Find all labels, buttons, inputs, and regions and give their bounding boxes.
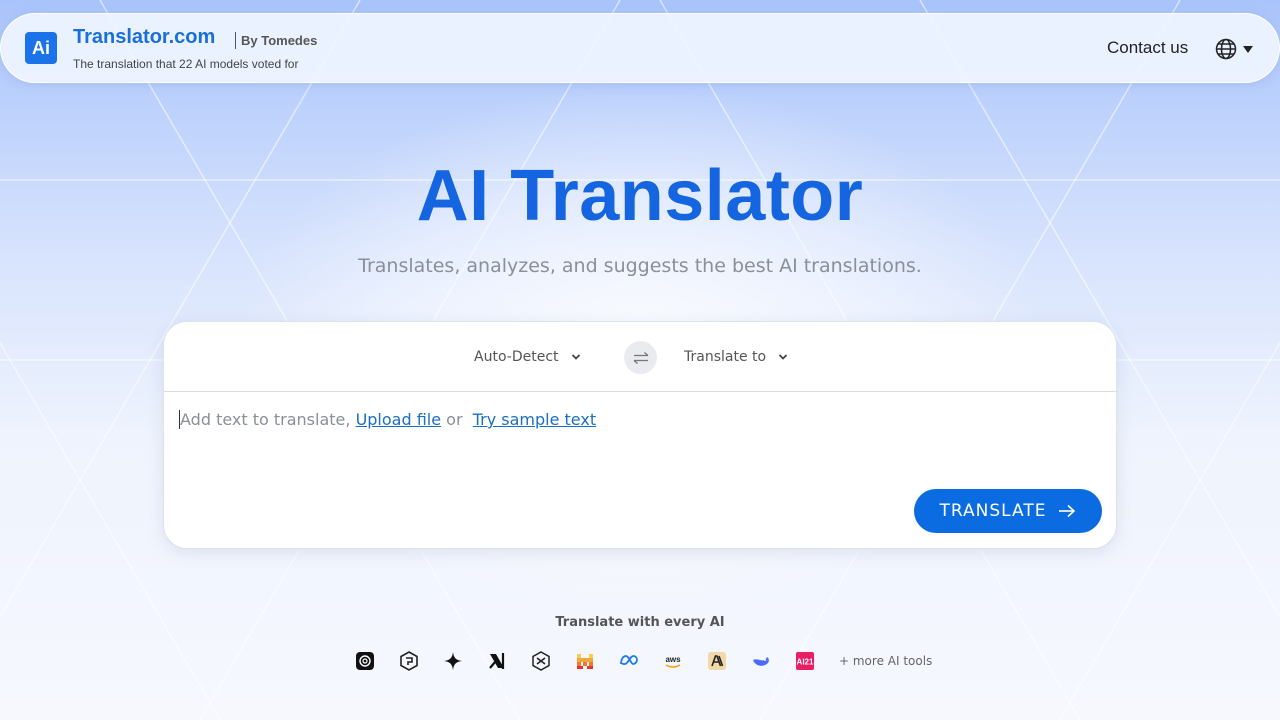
ai21-icon[interactable]: AI21 [795,651,815,671]
translate-button[interactable]: TRANSLATE [914,489,1102,533]
language-bar: Auto-Detect Translate to [164,322,1118,392]
upload-file-link[interactable]: Upload file [356,410,442,429]
source-language-select[interactable]: Auto-Detect [474,349,581,365]
meta-icon[interactable] [619,651,639,671]
ai-tools-caption: Translate with every AI [555,615,725,630]
or-text: or [446,410,463,429]
xai-icon[interactable] [487,651,507,671]
chevron-down-icon [778,354,788,360]
target-language-label: Translate to [684,349,767,365]
ai-tools-row: aws AI21 + more AI tools [355,650,932,672]
svg-text:AI21: AI21 [797,658,814,667]
more-ai-tools-link[interactable]: + more AI tools [839,654,932,668]
language-selector[interactable] [1215,38,1259,60]
perplexity-icon[interactable] [399,651,419,671]
svg-text:aws: aws [665,655,681,664]
gemini-icon[interactable] [443,651,463,671]
page-subtitle: Translates, analyzes, and suggests the b… [358,255,922,277]
caret-down-icon [1243,46,1253,53]
arrow-right-icon [1059,504,1076,518]
translator-card: Auto-Detect Translate to Add text to tra… [163,321,1118,549]
input-placeholder: Add text to translate, [180,410,351,429]
aws-icon[interactable]: aws [663,651,683,671]
page-title: AI Translator [416,156,864,236]
chevron-down-icon [571,354,580,360]
source-language-label: Auto-Detect [474,349,559,365]
deepseek-icon[interactable] [751,651,771,671]
brand-by: By Tomedes [235,32,317,49]
brand-name[interactable]: Translator.com [73,26,215,49]
swap-languages-button[interactable] [624,341,657,374]
mistral-icon[interactable] [575,651,595,671]
grok-icon[interactable] [531,651,551,671]
globe-icon [1215,38,1237,60]
brand-tagline: The translation that 22 AI models voted … [73,57,299,71]
openai-icon[interactable] [355,651,375,671]
translate-button-label: TRANSLATE [939,501,1047,521]
contact-us-link[interactable]: Contact us [1107,38,1188,58]
try-sample-text-link[interactable]: Try sample text [473,410,596,429]
target-language-select[interactable]: Translate to [684,349,788,365]
anthropic-icon[interactable] [707,651,727,671]
swap-icon [633,351,648,364]
logo-icon[interactable]: Ai [25,32,57,64]
top-navbar: Ai Translator.com By Tomedes The transla… [0,13,1280,83]
source-text-input[interactable]: Add text to translate, Upload file or Tr… [179,410,1099,470]
